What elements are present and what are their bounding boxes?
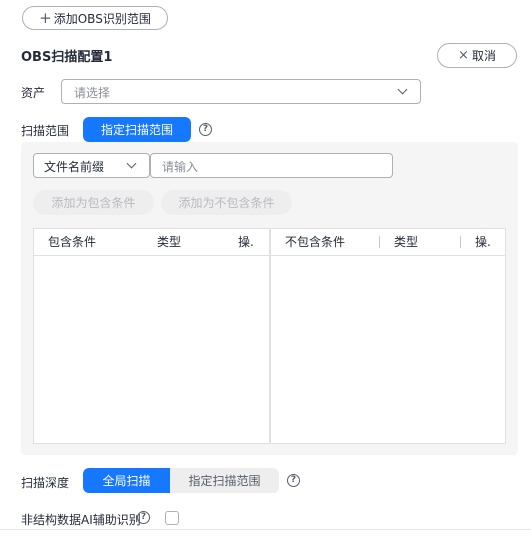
column-separator [460, 236, 461, 248]
bottom-divider [0, 529, 531, 530]
filter-input-placeholder: 请输入 [162, 160, 199, 174]
cancel-label: 取消 [471, 49, 496, 63]
exclude-col-condition: 不包含条件 [285, 235, 346, 249]
filter-input[interactable]: 请输入 [150, 153, 393, 178]
include-header-divider [34, 255, 269, 256]
ai-assist-label: 非结构数据AI辅助识别 [21, 513, 141, 527]
column-separator [379, 236, 380, 248]
include-col-actions: 操. [238, 235, 254, 249]
add-include-button[interactable]: 添加为包含条件 [33, 190, 154, 215]
asset-label: 资产 [21, 86, 46, 100]
plus-icon: + [39, 9, 52, 27]
add-exclude-button[interactable]: 添加为不包含条件 [161, 190, 292, 215]
specify-scope-button[interactable]: 指定扫描范围 [83, 117, 191, 142]
config-title: OBS扫描配置1 [21, 50, 113, 65]
add-obs-scope-label: 添加OBS识别范围 [53, 11, 151, 26]
depth-global-scan-option[interactable]: 全局扫描 [83, 468, 170, 493]
help-icon[interactable]: ? [199, 123, 212, 136]
scan-scope-panel: 文件名前缀 请输入 添加为包含条件 添加为不包含条件 包含条件 类型 操. 不包… [21, 142, 518, 455]
filter-type-select[interactable]: 文件名前缀 [33, 153, 150, 178]
include-table: 包含条件 类型 操. [33, 228, 270, 444]
exclude-table: 不包含条件 类型 操. [270, 228, 506, 444]
asset-select-placeholder: 请选择 [74, 86, 111, 100]
exclude-col-type: 类型 [394, 235, 419, 249]
exclude-header-divider [271, 255, 505, 256]
chevron-down-icon [126, 158, 137, 169]
exclude-col-actions: 操. [475, 235, 491, 249]
depth-specify-scope-option[interactable]: 指定扫描范围 [170, 468, 279, 493]
filter-type-value: 文件名前缀 [44, 160, 105, 174]
chevron-down-icon [397, 84, 408, 95]
ai-assist-checkbox[interactable] [165, 511, 179, 525]
include-col-condition: 包含条件 [48, 235, 97, 249]
help-icon[interactable]: ? [287, 474, 300, 487]
close-icon: × [458, 48, 469, 63]
cancel-button[interactable]: × 取消 [437, 43, 517, 68]
asset-select[interactable]: 请选择 [61, 79, 421, 104]
scan-scope-label: 扫描范围 [21, 124, 70, 138]
help-icon[interactable]: ? [137, 511, 150, 524]
scan-depth-label: 扫描深度 [21, 476, 70, 490]
include-col-type: 类型 [157, 235, 182, 249]
add-obs-scope-button[interactable]: + 添加OBS识别范围 [22, 6, 168, 30]
